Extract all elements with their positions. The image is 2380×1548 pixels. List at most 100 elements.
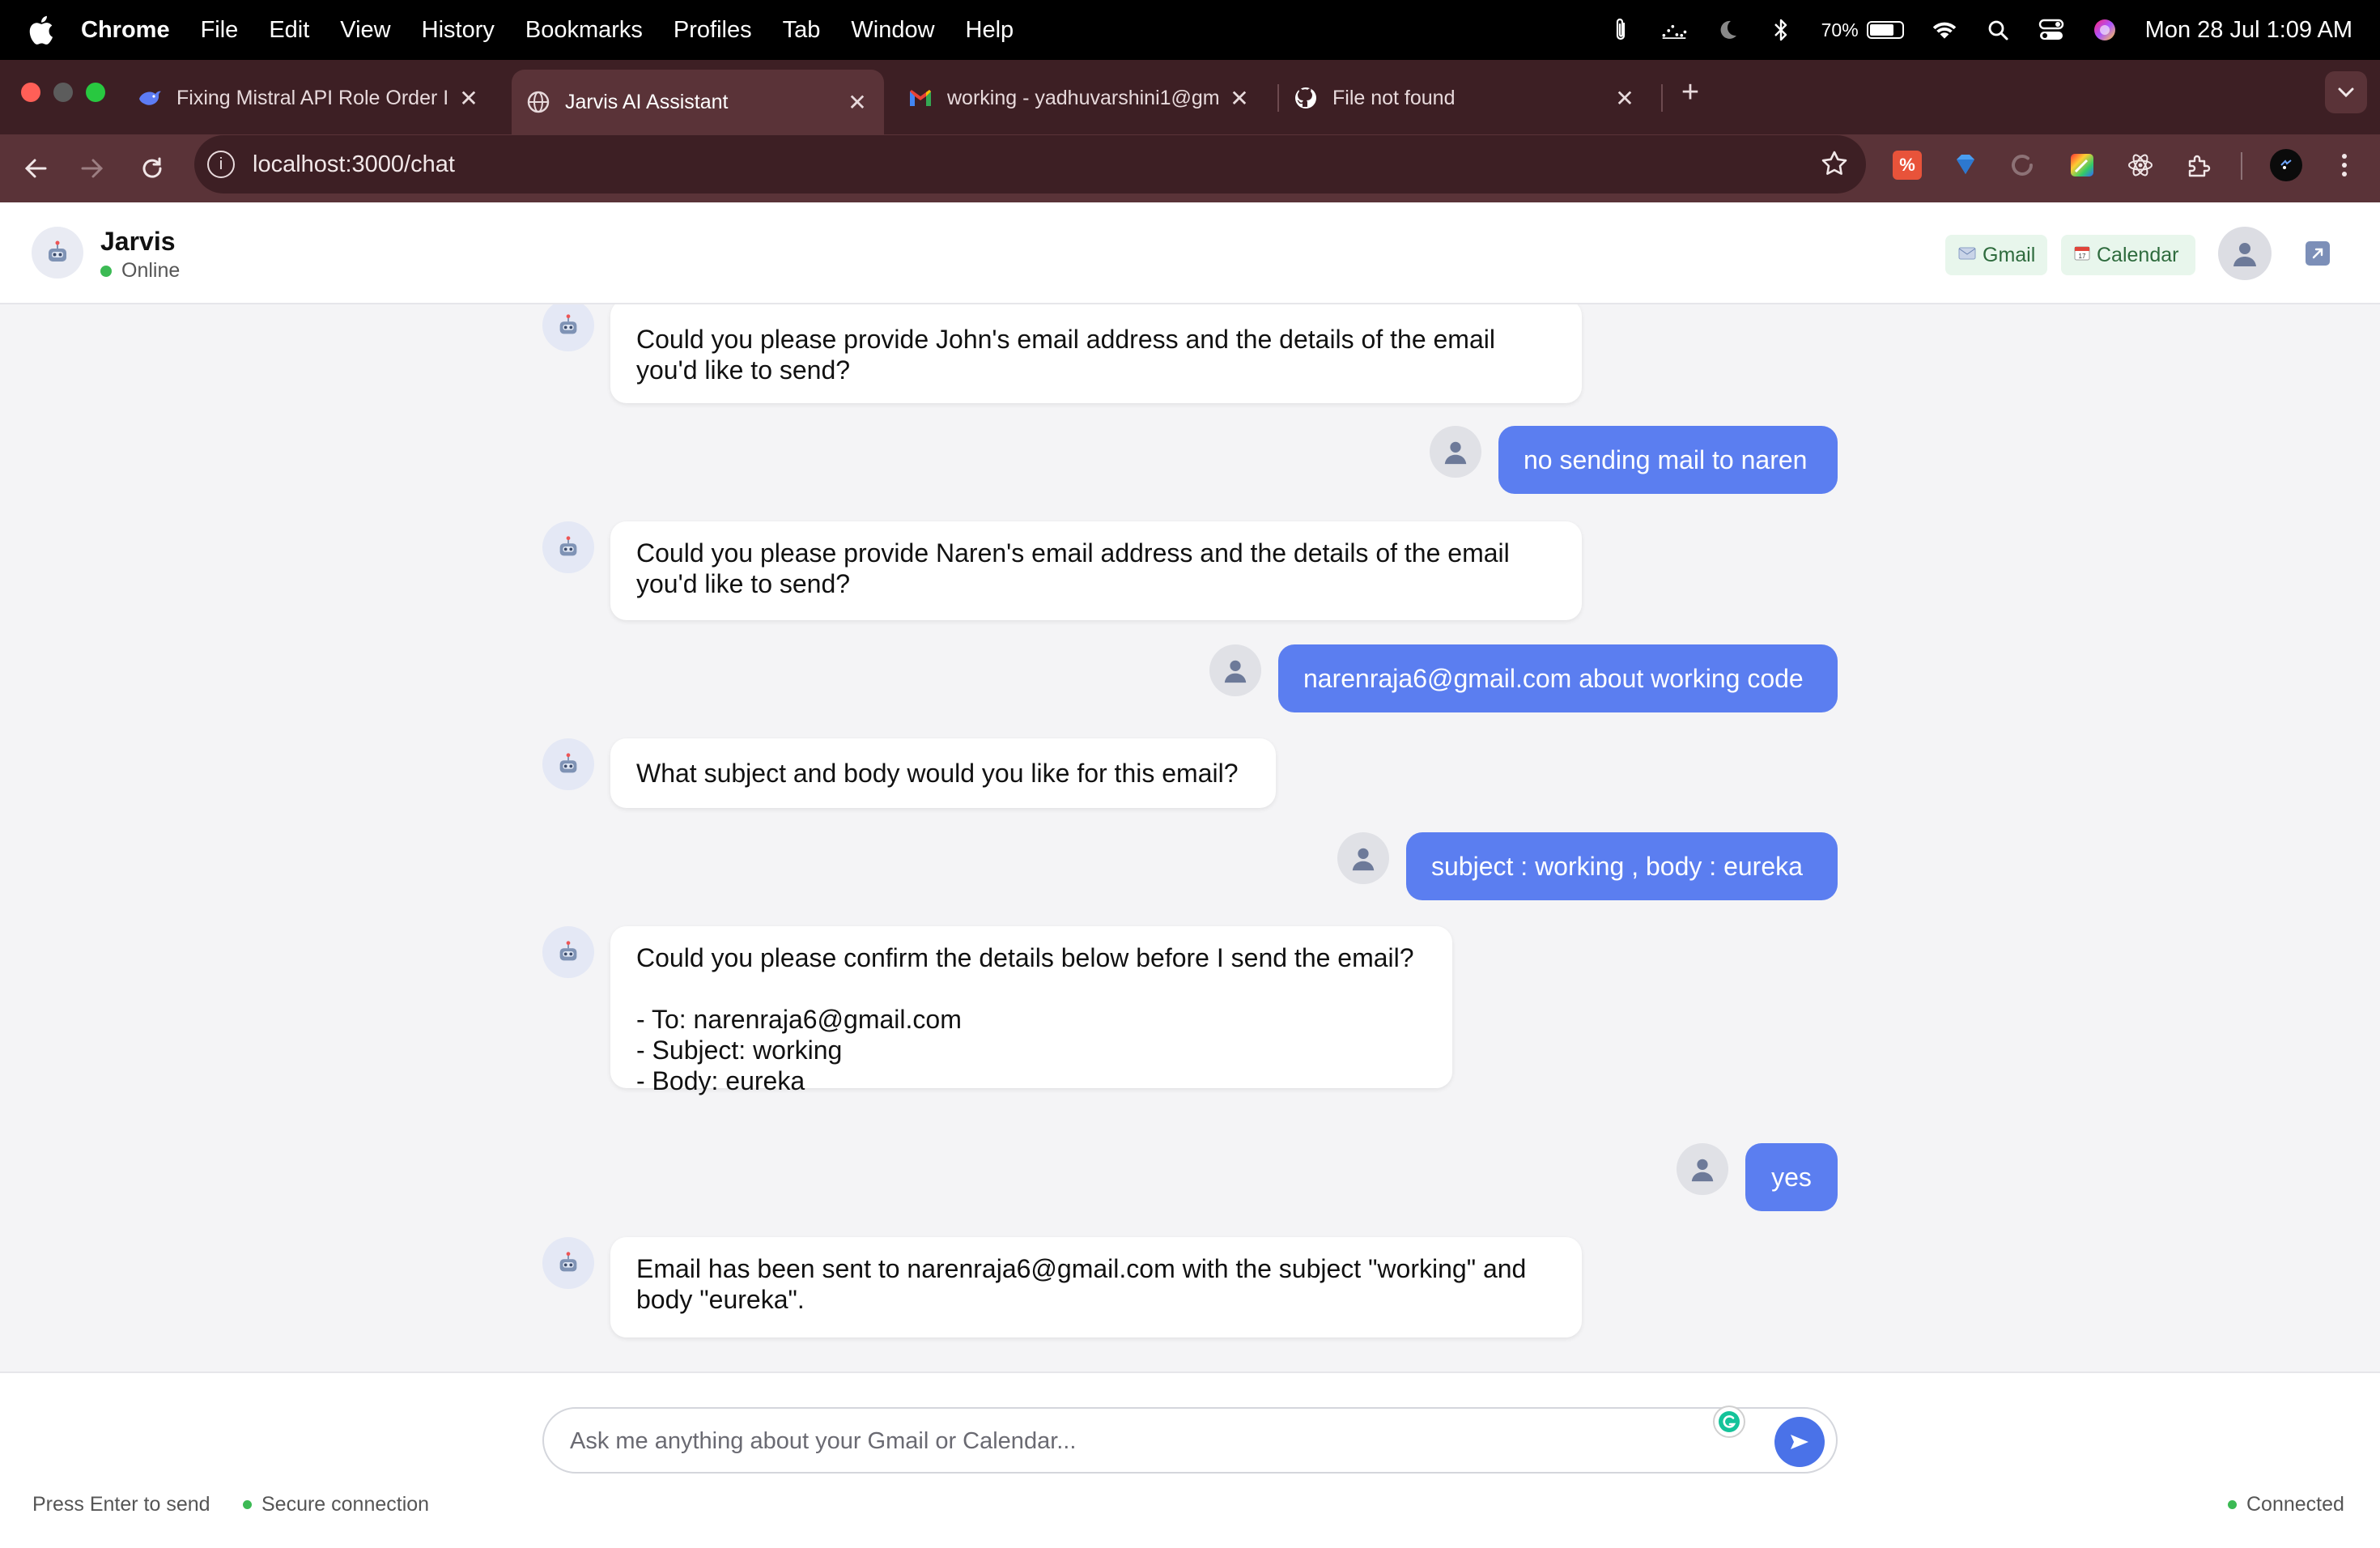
address-bar[interactable]: i localhost:3000/chat	[194, 135, 1866, 194]
control-center-icon[interactable]	[2038, 17, 2064, 43]
reload-button[interactable]	[131, 147, 173, 189]
battery-percent: 70%	[1821, 19, 1859, 40]
bookmark-star-icon[interactable]	[1821, 150, 1850, 179]
reload-icon	[142, 157, 162, 178]
assistant-name: Jarvis	[100, 227, 176, 256]
menu-edit[interactable]: Edit	[269, 17, 309, 44]
user-silhouette-icon	[2233, 243, 2256, 266]
arrow-right-icon	[81, 159, 104, 178]
extension-react-devtools-icon[interactable]	[2124, 149, 2157, 181]
back-button[interactable]	[15, 147, 57, 189]
extensions-puzzle-icon[interactable]	[2182, 149, 2215, 181]
menu-window[interactable]: Window	[851, 17, 934, 44]
send-arrow-icon	[1791, 1435, 1808, 1449]
gmail-chip-label: Gmail	[1983, 243, 2036, 266]
tab-search-button[interactable]	[2325, 71, 2367, 113]
tab-close-icon[interactable]: ✕	[457, 85, 481, 112]
logout-button[interactable]	[2306, 241, 2330, 266]
user-avatar-button[interactable]	[2218, 227, 2272, 280]
tab-title: Fixing Mistral API Role Order I	[176, 86, 448, 109]
assistant-message: Could you please provide Naren's email a…	[610, 521, 1582, 620]
paperclip-icon[interactable]	[1608, 17, 1634, 43]
menu-file[interactable]: File	[201, 17, 239, 44]
menubar-clock[interactable]: Mon 28 Jul 1:09 AM	[2145, 17, 2352, 44]
tab-separator	[1661, 84, 1663, 112]
window-zoom-button[interactable]	[86, 83, 105, 102]
tab-title: Jarvis AI Assistant	[565, 90, 729, 113]
tab-file-not-found[interactable]: File not found ✕	[1279, 70, 1651, 126]
calendar-icon: 17	[2074, 245, 2090, 266]
forward-button[interactable]	[71, 147, 113, 189]
tab-close-icon[interactable]: ✕	[1613, 85, 1637, 112]
gmail-icon	[908, 86, 933, 110]
assistant-message: Could you please provide John's email ad…	[610, 304, 1582, 403]
tab-close-icon[interactable]: ✕	[845, 89, 869, 116]
activity-dots-icon[interactable]	[1661, 17, 1687, 43]
menu-view[interactable]: View	[340, 17, 390, 44]
chevron-down-icon	[2338, 87, 2354, 98]
extension-loading-icon[interactable]	[2006, 149, 2038, 181]
spotlight-search-icon[interactable]	[1985, 17, 2011, 43]
tab-fixing-mistral[interactable]: Fixing Mistral API Role Order I ✕	[123, 70, 495, 126]
new-tab-plus-icon[interactable]: +	[1676, 76, 1705, 108]
do-not-disturb-moon-icon[interactable]	[1715, 17, 1740, 43]
message-input[interactable]	[568, 1409, 1689, 1474]
user-avatar	[1337, 832, 1389, 884]
assistant-message: Email has been sent to narenraja6@gmail.…	[610, 1237, 1582, 1337]
assistant-message: Could you please confirm the details bel…	[610, 926, 1452, 1095]
window-minimize-button[interactable]	[53, 83, 73, 102]
assistant-status: Online	[100, 259, 180, 283]
toolbar-divider	[2241, 152, 2242, 180]
user-message: narenraja6@gmail.com about working code	[1278, 644, 1838, 712]
menu-app-name[interactable]: Chrome	[81, 17, 170, 44]
tab-close-icon[interactable]: ✕	[1227, 85, 1252, 112]
tab-jarvis-ai-assistant[interactable]: Jarvis AI Assistant ✕	[512, 70, 884, 134]
site-info-icon[interactable]: i	[207, 151, 235, 178]
url-text[interactable]: localhost:3000/chat	[253, 151, 455, 178]
profile-avatar-icon[interactable]	[2270, 149, 2302, 181]
chat-messages-area[interactable]: Could you please provide John's email ad…	[0, 304, 2380, 1372]
battery-status[interactable]: 70%	[1821, 19, 1904, 41]
jarvis-avatar	[32, 227, 83, 279]
user-avatar	[1430, 426, 1481, 478]
gmail-chip[interactable]: Gmail	[1945, 235, 2047, 275]
secure-connection-indicator: Secure connection	[243, 1493, 429, 1516]
extension-percent-icon[interactable]: %	[1891, 149, 1923, 181]
connection-text: Connected	[2246, 1493, 2344, 1516]
globe-icon	[526, 90, 550, 114]
user-avatar	[1677, 1143, 1728, 1195]
assistant-avatar	[542, 738, 594, 790]
menu-bookmarks[interactable]: Bookmarks	[525, 17, 643, 44]
enter-hint-text: Press Enter to send	[32, 1493, 210, 1516]
logout-arrow-icon	[2312, 248, 2323, 259]
menu-profiles[interactable]: Profiles	[674, 17, 752, 44]
tab-gmail-working[interactable]: working - yadhuvarshini1@gm ✕	[894, 70, 1266, 126]
calendar-chip-label: Calendar	[2097, 243, 2179, 266]
user-message: yes	[1745, 1143, 1838, 1211]
secure-dot-icon	[243, 1500, 252, 1509]
battery-icon	[1866, 21, 1904, 39]
user-message: subject : working , body : eureka	[1406, 832, 1838, 900]
bluetooth-icon[interactable]	[1768, 17, 1794, 43]
assistant-avatar	[542, 926, 594, 978]
assistant-avatar	[542, 304, 594, 351]
send-button[interactable]	[1774, 1417, 1825, 1467]
online-dot-icon	[100, 265, 112, 277]
chrome-menu-kebab-icon[interactable]	[2328, 149, 2361, 181]
calendar-chip[interactable]: 17 Calendar	[2061, 235, 2195, 275]
apple-logo-icon[interactable]	[28, 15, 55, 45]
extension-gem-icon[interactable]	[1949, 149, 1982, 181]
extension-color-picker-icon[interactable]	[2066, 149, 2098, 181]
secure-text: Secure connection	[261, 1493, 430, 1516]
siri-icon[interactable]	[2092, 17, 2118, 43]
tab-title: File not found	[1332, 86, 1456, 109]
wifi-icon[interactable]	[1932, 17, 1957, 43]
user-message: no sending mail to naren	[1498, 426, 1838, 494]
grammarly-icon[interactable]	[1713, 1406, 1745, 1438]
assistant-message: What subject and body would you like for…	[610, 738, 1276, 808]
menu-history[interactable]: History	[422, 17, 495, 44]
menu-help[interactable]: Help	[966, 17, 1014, 44]
robot-icon	[559, 753, 577, 773]
menu-tab[interactable]: Tab	[783, 17, 821, 44]
window-close-button[interactable]	[21, 83, 40, 102]
